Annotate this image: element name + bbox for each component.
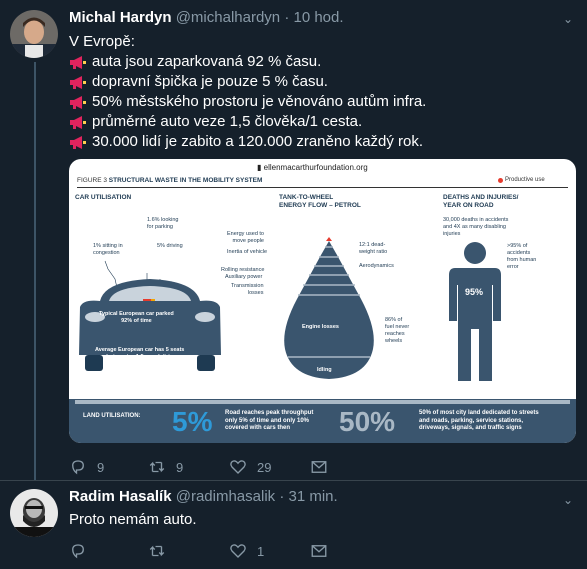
city-text: 50% of most city land dedicated to stree… xyxy=(419,410,539,431)
tweet-actions: 9 9 29 xyxy=(69,458,328,476)
heart-icon xyxy=(230,460,246,474)
engine-losses-label: Engine losses xyxy=(302,324,339,330)
car-sitting-label: 1% sitting in congestion xyxy=(93,243,123,256)
tweet-michal[interactable]: Michal Hardyn @michalhardyn · 10 hod. ⌄ … xyxy=(0,0,587,478)
car-utilisation-title: CAR UTILISATION xyxy=(75,194,132,201)
tweet-line: 50% městského prostoru je věnováno autům… xyxy=(69,92,426,112)
aerodynamics-label: Aerodynamics xyxy=(359,263,394,269)
five-percent: 5% xyxy=(172,406,213,437)
energy-drop-illustration xyxy=(284,237,374,379)
retweet-button[interactable]: 9 xyxy=(148,458,229,476)
road-text: Road reaches peak throughput only 5% of … xyxy=(225,410,314,431)
timestamp[interactable]: 10 hod. xyxy=(293,9,343,26)
person-percent: 95% xyxy=(465,287,484,297)
envelope-icon xyxy=(311,461,327,473)
separator: · xyxy=(284,9,290,26)
rolling-label: Rolling resistance xyxy=(221,267,265,273)
deadweight-label: 12:1 dead- weight ratio xyxy=(359,242,388,255)
auxiliary-label: Auxiliary power xyxy=(225,274,263,280)
tweet-line: průměrné auto veze 1,5 člověka/1 cesta. xyxy=(69,112,426,132)
message-button[interactable] xyxy=(310,542,328,560)
car-seats-label: Average European car has 5 seats but car… xyxy=(95,347,185,360)
separator: · xyxy=(279,488,285,505)
tweet-line-text: 50% městského prostoru je věnováno autům… xyxy=(92,93,427,110)
tweet-header: Radim Hasalík @radimhasalik · 31 min. xyxy=(69,488,338,505)
divider xyxy=(77,187,568,188)
land-label: LAND UTILISATION: xyxy=(83,413,141,419)
like-button[interactable]: 1 xyxy=(229,542,310,560)
reply-icon xyxy=(72,460,84,475)
retweet-button[interactable] xyxy=(148,542,229,560)
transmission-label: Transmission losses xyxy=(231,283,264,296)
tweet-line-text: dopravní špička je pouze 5 % času. xyxy=(92,73,328,90)
figure-title: FIGURE 3 STRUCTURAL WASTE IN THE MOBILIT… xyxy=(77,177,263,184)
author-name[interactable]: Michal Hardyn xyxy=(69,9,172,26)
land-utilisation-accent xyxy=(75,400,570,404)
tweet-line-text: 30.000 lidí je zabito a 120.000 zraněno … xyxy=(92,133,424,150)
reply-button[interactable]: 9 xyxy=(69,458,148,476)
legend-dot xyxy=(498,178,503,183)
author-handle[interactable]: @radimhasalik xyxy=(176,488,275,505)
tweet-line: dopravní špička je pouze 5 % času. xyxy=(69,72,426,92)
car-parked-label: Typical European car parked 92% of time xyxy=(99,311,174,324)
legend-label: Productive use xyxy=(505,177,545,183)
megaphone-icon xyxy=(69,75,86,90)
like-button[interactable]: 29 xyxy=(229,458,310,476)
inertia-label: Inertia of vehicle xyxy=(227,249,268,255)
author-name[interactable]: Radim Hasalík xyxy=(69,488,172,505)
tweet-actions: 1 xyxy=(69,542,328,560)
fuel-label: 86% of fuel never reaches wheels xyxy=(385,317,410,344)
idling-label: Idling xyxy=(317,367,332,373)
envelope-icon xyxy=(311,545,327,557)
energy-flow-title: TANK-TO-WHEEL ENERGY FLOW – PETROL xyxy=(279,194,361,209)
source-logo: ▮ ellenmacarthurfoundation.org xyxy=(257,163,368,172)
retweet-count: 9 xyxy=(176,459,184,475)
tweet-line-text: auta jsou zaparkovaná 92 % času. xyxy=(92,53,322,70)
megaphone-icon xyxy=(69,115,86,130)
reply-icon xyxy=(72,544,84,559)
fifty-percent: 50% xyxy=(339,406,396,437)
megaphone-icon xyxy=(69,55,86,70)
tweet-text: Proto nemám auto. xyxy=(69,511,197,528)
megaphone-icon xyxy=(69,135,86,150)
human-error-label: >95% of accidents from human error xyxy=(507,243,537,270)
chevron-down-icon[interactable]: ⌄ xyxy=(563,493,573,507)
retweet-icon xyxy=(149,461,165,473)
reply-count: 9 xyxy=(97,459,105,475)
avatar[interactable] xyxy=(10,489,58,537)
like-count: 29 xyxy=(257,459,272,475)
heart-icon xyxy=(230,544,246,558)
deaths-text: 30,000 deaths in accidents and 4X as man… xyxy=(443,217,509,237)
reply-button[interactable] xyxy=(69,542,148,560)
person-icon xyxy=(449,242,501,381)
tweet-intro: V Evropě: xyxy=(69,33,135,50)
car-driving-label: 5% driving xyxy=(157,243,183,249)
tweet-radim[interactable]: Radim Hasalík @radimhasalik · 31 min. ⌄ … xyxy=(0,480,587,569)
megaphone-icon xyxy=(69,95,86,110)
tweet-text: V Evropě: auta jsou zaparkovaná 92 % čas… xyxy=(69,32,426,152)
tweet-line: auta jsou zaparkovaná 92 % času. xyxy=(69,52,426,72)
message-button[interactable] xyxy=(310,458,328,476)
tweet-line-text: průměrné auto veze 1,5 člověka/1 cesta. xyxy=(92,113,363,130)
tweet-line: 30.000 lidí je zabito a 120.000 zraněno … xyxy=(69,132,426,152)
energy-used-label: Energy used to move people xyxy=(227,231,264,244)
avatar[interactable] xyxy=(10,10,58,58)
like-count: 1 xyxy=(257,543,265,559)
timestamp[interactable]: 31 min. xyxy=(289,488,338,505)
tweet-header: Michal Hardyn @michalhardyn · 10 hod. xyxy=(69,9,344,26)
tweet-media-infographic[interactable]: FIGURE 3 STRUCTURAL WASTE IN THE MOBILIT… xyxy=(69,159,576,443)
car-looking-label: 1.6% looking for parking xyxy=(147,217,179,230)
retweet-icon xyxy=(149,545,165,557)
chevron-down-icon[interactable]: ⌄ xyxy=(563,12,573,26)
deaths-title: DEATHS AND INJURIES/ YEAR ON ROAD xyxy=(443,194,519,209)
author-handle[interactable]: @michalhardyn xyxy=(176,9,280,26)
